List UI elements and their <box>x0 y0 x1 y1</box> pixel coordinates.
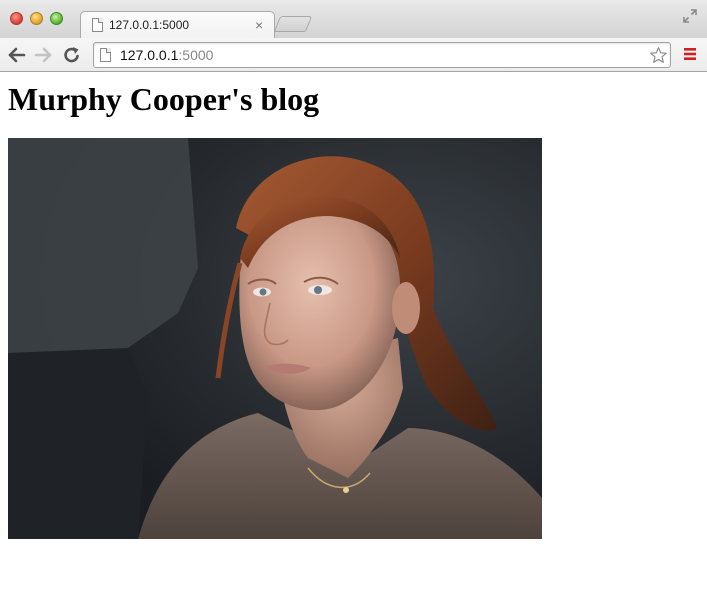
tab-strip: 127.0.0.1:5000 × <box>0 0 707 39</box>
browser-chrome: 127.0.0.1:5000 × 127.0.0.1:5000 <box>0 0 707 72</box>
reload-icon[interactable] <box>62 45 82 65</box>
fullscreen-icon[interactable] <box>682 8 698 24</box>
browser-toolbar: 127.0.0.1:5000 <box>0 38 707 72</box>
hamburger-menu-icon[interactable] <box>683 46 697 62</box>
tab-close-icon[interactable]: × <box>255 16 263 34</box>
arrow-left-icon[interactable] <box>7 45 27 65</box>
page-icon <box>100 48 111 62</box>
browser-tab[interactable]: 127.0.0.1:5000 × <box>80 11 275 39</box>
blog-photo <box>8 138 542 539</box>
page-title: Murphy Cooper's blog <box>8 81 320 117</box>
new-tab-button[interactable] <box>273 16 313 32</box>
photo-of-woman <box>8 138 542 539</box>
window-zoom-button[interactable] <box>50 12 63 25</box>
page-content: Murphy Cooper's blog <box>0 73 707 615</box>
page-icon <box>92 18 103 32</box>
star-icon[interactable] <box>649 46 668 65</box>
url-host: 127.0.0.1 <box>120 47 179 63</box>
tab-title: 127.0.0.1:5000 <box>109 18 190 32</box>
arrow-right-icon[interactable] <box>33 45 53 65</box>
url-text[interactable]: 127.0.0.1:5000 <box>120 47 213 63</box>
window-minimize-button[interactable] <box>30 12 43 25</box>
address-bar[interactable]: 127.0.0.1:5000 <box>93 42 671 68</box>
window-close-button[interactable] <box>10 12 23 25</box>
url-port: :5000 <box>178 47 214 63</box>
